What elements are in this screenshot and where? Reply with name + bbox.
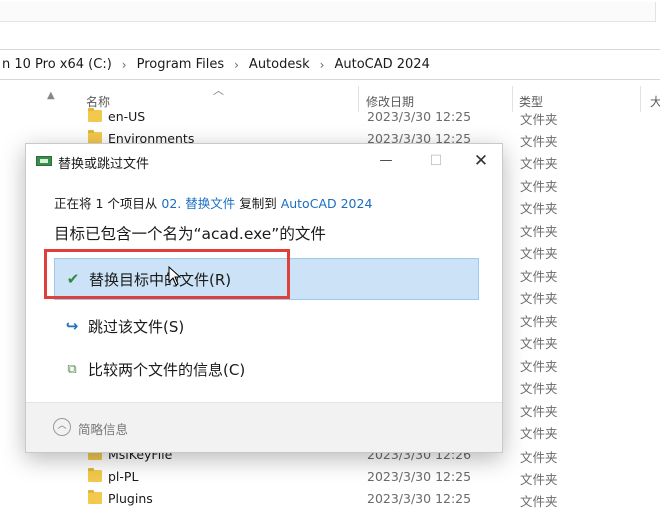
address-bar[interactable]: n 10 Pro x64 (C:) › Program Files › Auto… [0,49,660,80]
file-type: 文件夹 [520,314,558,329]
file-date: 2023/3/30 12:25 [367,109,472,124]
file-type: 文件夹 [520,359,558,374]
file-date: 2023/3/30 12:25 [367,491,472,506]
dialog-footer: ︿ 简略信息 [26,402,502,452]
file-type: 文件夹 [520,246,558,261]
file-name: Plugins [108,491,153,506]
breadcrumb-program-files[interactable]: Program Files [134,57,228,72]
file-name: en-US [108,109,146,124]
file-type: 文件夹 [520,472,558,487]
mouse-pointer-icon [168,266,182,286]
file-type: 文件夹 [520,404,558,419]
explorer-toolbar [0,0,660,48]
skip-option-label: 跳过该文件(S) [88,317,185,336]
folder-icon [88,108,102,122]
chevron-right-icon: › [234,57,239,72]
copy-info-prefix: 正在将 1 个项目从 [54,196,162,211]
chevron-right-icon: › [121,57,127,72]
file-type: 文件夹 [520,291,558,306]
file-copy-app-icon [36,156,52,166]
compare-files-icon: ⧉ [67,361,77,377]
list-item[interactable]: en-US 2023/3/30 12:25 文件夹 [0,106,660,128]
breadcrumb-autocad[interactable]: AutoCAD 2024 [331,57,432,72]
maximize-button: ☐ [429,153,443,169]
file-type: 文件夹 [520,224,558,239]
file-type: 文件夹 [520,269,558,284]
source-folder-link[interactable]: 02. 替换文件 [161,196,235,211]
folder-icon [88,490,102,504]
file-type: 文件夹 [520,179,558,194]
destination-folder-link[interactable]: AutoCAD 2024 [281,196,373,211]
dialog-title: 替换或跳过文件 [58,157,150,172]
dialog-title-bar[interactable]: 替换或跳过文件 — ☐ ✕ [26,144,502,178]
collapse-details-icon[interactable]: ︿ [53,418,71,436]
sort-ascending-icon: ︿ [213,84,224,97]
file-type: 文件夹 [520,381,558,396]
file-type: 文件夹 [520,134,558,149]
chevron-right-icon: › [319,57,325,72]
file-type: 文件夹 [520,426,558,441]
file-name: pl-PL [108,469,139,484]
file-type: 文件夹 [520,450,558,465]
file-type: 文件夹 [520,336,558,351]
file-type: 文件夹 [520,156,558,171]
skip-arrow-icon: ↪ [65,317,79,335]
close-button[interactable]: ✕ [466,150,496,172]
breadcrumb-drive[interactable]: n 10 Pro x64 (C:) [0,57,115,72]
minimize-button[interactable]: — [371,150,401,172]
folder-icon [88,468,102,482]
file-date: 2023/3/30 12:25 [367,469,472,484]
highlight-annotation-box [44,249,290,299]
toolbar-strip [0,2,656,22]
copy-info-middle: 复制到 [235,196,281,211]
list-item[interactable]: pl-PL 2023/3/30 12:25 文件夹 [0,466,660,488]
conflict-heading: 目标已包含一个名为“acad.exe”的文件 [54,225,326,243]
file-type: 文件夹 [520,494,558,509]
compare-files-option[interactable]: ⧉ 比较两个文件的信息(C) [54,348,479,390]
scroll-up-arrow-icon[interactable]: ▲ [47,90,55,101]
list-item[interactable]: Plugins 2023/3/30 12:25 文件夹 [0,488,660,510]
breadcrumb-autodesk[interactable]: Autodesk [246,57,313,72]
compare-option-label: 比较两个文件的信息(C) [88,360,246,379]
skip-file-option[interactable]: ↪ 跳过该文件(S) [54,305,479,347]
file-type: 文件夹 [520,201,558,216]
copy-info-line: 正在将 1 个项目从 02. 替换文件 复制到 AutoCAD 2024 [54,193,372,212]
fewer-details-link[interactable]: 简略信息 [78,419,128,438]
file-type: 文件夹 [520,112,558,127]
